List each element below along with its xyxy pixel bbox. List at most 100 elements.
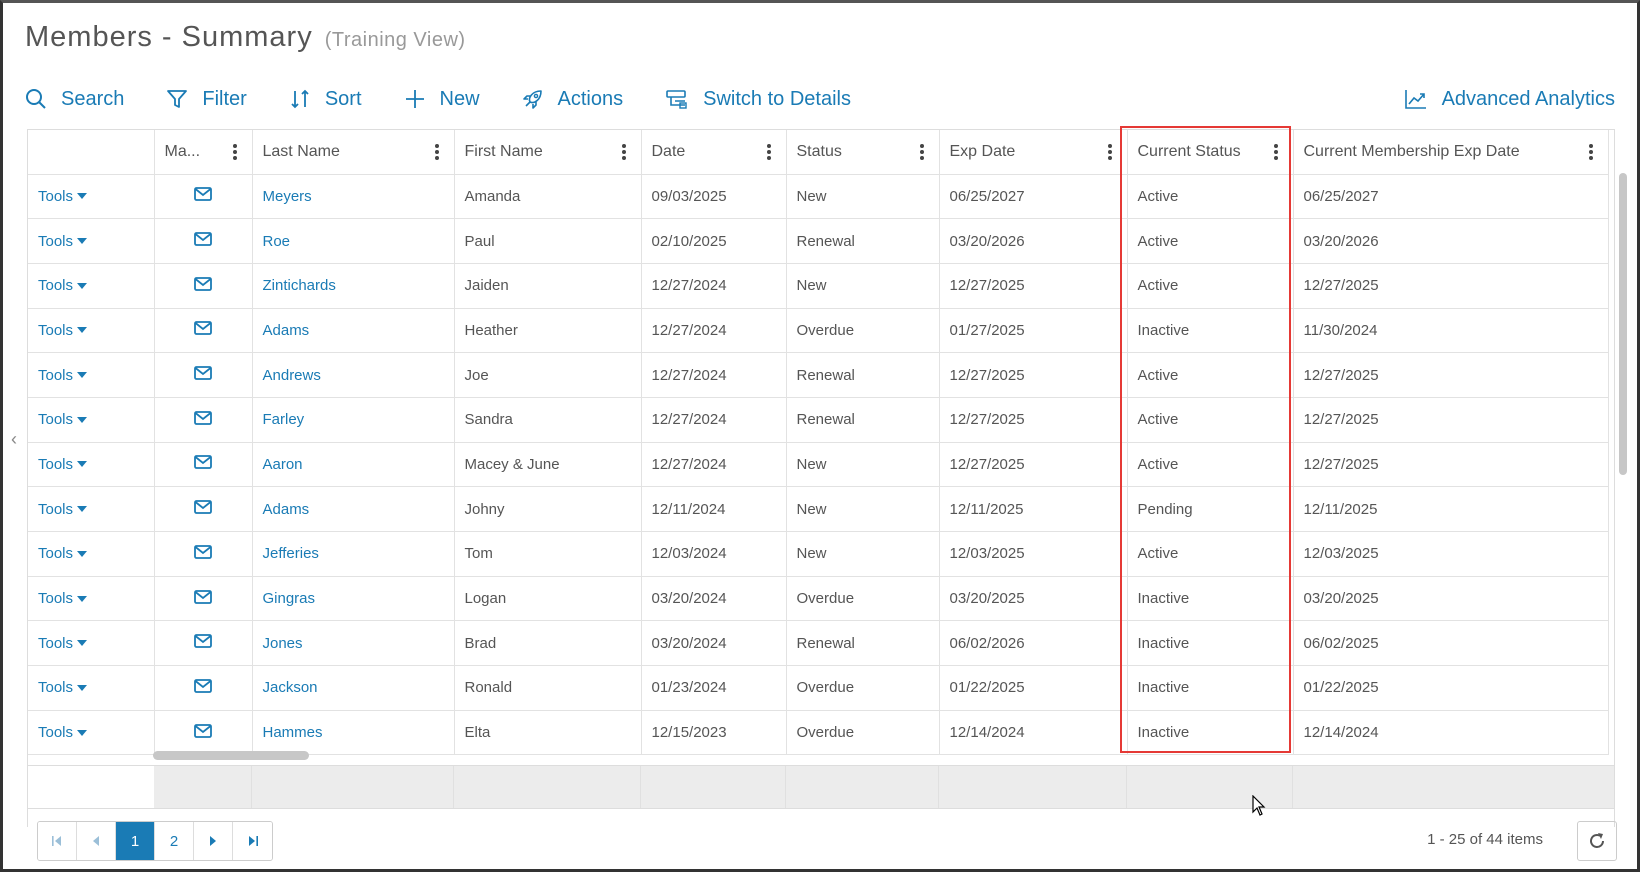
tools-cell[interactable]: Tools <box>28 531 155 577</box>
last-name-link[interactable]: Jackson <box>252 665 455 711</box>
envelope-icon[interactable] <box>194 232 212 246</box>
last-name-link[interactable]: Hammes <box>252 710 455 756</box>
tools-dropdown[interactable]: Tools <box>38 501 144 518</box>
tools-cell[interactable]: Tools <box>28 218 155 264</box>
collapse-panel-chevron-icon[interactable]: ‹ <box>11 429 17 450</box>
last-name-link[interactable]: Jones <box>252 620 455 667</box>
email-cell[interactable] <box>154 486 253 532</box>
column-menu-icon[interactable] <box>1588 143 1598 161</box>
table-row[interactable]: Tools Jefferies Tom 12/03/2024 New 12/03/2025… <box>28 531 1609 577</box>
table-row[interactable]: Tools Roe Paul 02/10/2025 Renewal 03/20/2026 A… <box>28 218 1609 264</box>
tools-cell[interactable]: Tools <box>28 486 155 532</box>
email-cell[interactable] <box>154 352 253 398</box>
envelope-icon[interactable] <box>194 634 212 649</box>
column-menu-icon[interactable] <box>1273 143 1283 161</box>
table-row[interactable]: Tools Hammes Elta 12/15/2023 Overdue 12/14/20… <box>28 710 1609 756</box>
table-row[interactable]: Tools Andrews Joe 12/27/2024 Renewal 12/27/20… <box>28 352 1609 398</box>
envelope-icon[interactable] <box>194 679 212 693</box>
col-header-status[interactable]: Status <box>786 130 940 175</box>
tools-dropdown[interactable]: Tools <box>38 724 144 741</box>
tools-cell[interactable]: Tools <box>28 442 155 488</box>
email-cell[interactable] <box>154 218 253 264</box>
refresh-button[interactable] <box>1577 821 1617 861</box>
tools-dropdown[interactable]: Tools <box>38 411 144 428</box>
table-row[interactable]: Tools Adams Johny 12/11/2024 New 12/11/2025 Pe… <box>28 486 1609 532</box>
table-row[interactable]: Tools Aaron Macey & June 12/27/2024 New 12/27… <box>28 442 1609 488</box>
tools-cell[interactable]: Tools <box>28 665 155 711</box>
column-menu-icon[interactable] <box>919 143 929 161</box>
actions-button[interactable]: Actions <box>522 88 623 111</box>
last-name-link[interactable]: Andrews <box>252 352 455 398</box>
envelope-icon[interactable] <box>194 321 212 336</box>
last-page-button[interactable] <box>233 822 272 860</box>
switch-details-button[interactable]: Switch to Details <box>665 88 851 111</box>
tools-cell[interactable]: Tools <box>28 174 155 220</box>
tools-cell[interactable]: Tools <box>28 710 155 756</box>
last-name-link[interactable]: Adams <box>252 486 455 532</box>
table-row[interactable]: Tools Meyers Amanda 09/03/2025 New 06/25/2027… <box>28 174 1609 220</box>
col-header-last-name[interactable]: Last Name <box>252 130 455 175</box>
envelope-icon[interactable] <box>194 589 212 604</box>
tools-dropdown[interactable]: Tools <box>38 188 144 205</box>
column-menu-icon[interactable] <box>621 143 631 161</box>
col-header-current-status[interactable]: Current Status <box>1127 130 1294 175</box>
last-name-link[interactable]: Meyers <box>252 174 455 220</box>
email-cell[interactable] <box>154 174 253 220</box>
email-cell[interactable] <box>154 710 253 756</box>
horizontal-scrollbar[interactable] <box>153 751 309 760</box>
tools-dropdown[interactable]: Tools <box>38 322 144 339</box>
col-header-first-name[interactable]: First Name <box>454 130 642 175</box>
email-cell[interactable] <box>154 576 253 622</box>
col-header-current-membership-exp-date[interactable]: Current Membership Exp Date <box>1293 130 1609 175</box>
tools-dropdown[interactable]: Tools <box>38 367 144 384</box>
envelope-icon[interactable] <box>194 276 212 291</box>
last-name-link[interactable]: Jefferies <box>252 531 455 577</box>
tools-cell[interactable]: Tools <box>28 308 155 354</box>
tools-cell[interactable]: Tools <box>28 352 155 398</box>
last-name-link[interactable]: Aaron <box>252 442 455 488</box>
envelope-icon[interactable] <box>194 410 212 425</box>
table-row[interactable]: Tools Jones Brad 03/20/2024 Renewal 06/02/202… <box>28 620 1609 667</box>
page-2-button[interactable]: 2 <box>155 822 194 860</box>
last-name-link[interactable]: Zintichards <box>252 263 455 309</box>
column-menu-icon[interactable] <box>766 143 776 161</box>
email-cell[interactable] <box>154 531 253 577</box>
tools-dropdown[interactable]: Tools <box>38 456 144 473</box>
email-cell[interactable] <box>154 665 253 711</box>
new-button[interactable]: New <box>404 88 480 111</box>
tools-cell[interactable]: Tools <box>28 263 155 309</box>
last-name-link[interactable]: Farley <box>252 397 455 443</box>
tools-cell[interactable]: Tools <box>28 397 155 443</box>
next-page-button[interactable] <box>194 822 233 860</box>
page-1-button[interactable]: 1 <box>116 822 155 860</box>
tools-dropdown[interactable]: Tools <box>38 679 144 696</box>
filter-button[interactable]: Filter <box>166 88 247 111</box>
last-name-link[interactable]: Gingras <box>252 576 455 622</box>
sort-button[interactable]: Sort <box>289 88 362 111</box>
tools-dropdown[interactable]: Tools <box>38 277 144 294</box>
table-row[interactable]: Tools Zintichards Jaiden 12/27/2024 New 12/27… <box>28 263 1609 309</box>
column-menu-icon[interactable] <box>232 143 242 161</box>
column-menu-icon[interactable] <box>434 143 444 161</box>
email-cell[interactable] <box>154 308 253 354</box>
advanced-analytics-button[interactable]: Advanced Analytics <box>1404 88 1615 111</box>
envelope-icon[interactable] <box>194 366 212 380</box>
col-header-mail[interactable]: Ma... <box>154 130 253 175</box>
table-row[interactable]: Tools Farley Sandra 12/27/2024 Renewal 12/27/… <box>28 397 1609 443</box>
tools-cell[interactable]: Tools <box>28 620 155 667</box>
first-page-button[interactable] <box>38 822 77 860</box>
table-row[interactable]: Tools Gingras Logan 03/20/2024 Overdue 03/20/… <box>28 576 1609 622</box>
envelope-icon[interactable] <box>194 544 212 559</box>
email-cell[interactable] <box>154 620 253 667</box>
envelope-icon[interactable] <box>194 723 212 738</box>
search-button[interactable]: Search <box>25 88 124 111</box>
col-header-exp-date[interactable]: Exp Date <box>939 130 1128 175</box>
envelope-icon[interactable] <box>194 187 212 202</box>
tools-dropdown[interactable]: Tools <box>38 635 144 652</box>
last-name-link[interactable]: Adams <box>252 308 455 354</box>
email-cell[interactable] <box>154 263 253 309</box>
col-header-date[interactable]: Date <box>641 130 787 175</box>
table-row[interactable]: Tools Adams Heather 12/27/2024 Overdue 01/27/… <box>28 308 1609 354</box>
vertical-scrollbar[interactable] <box>1619 173 1627 475</box>
tools-cell[interactable]: Tools <box>28 576 155 622</box>
